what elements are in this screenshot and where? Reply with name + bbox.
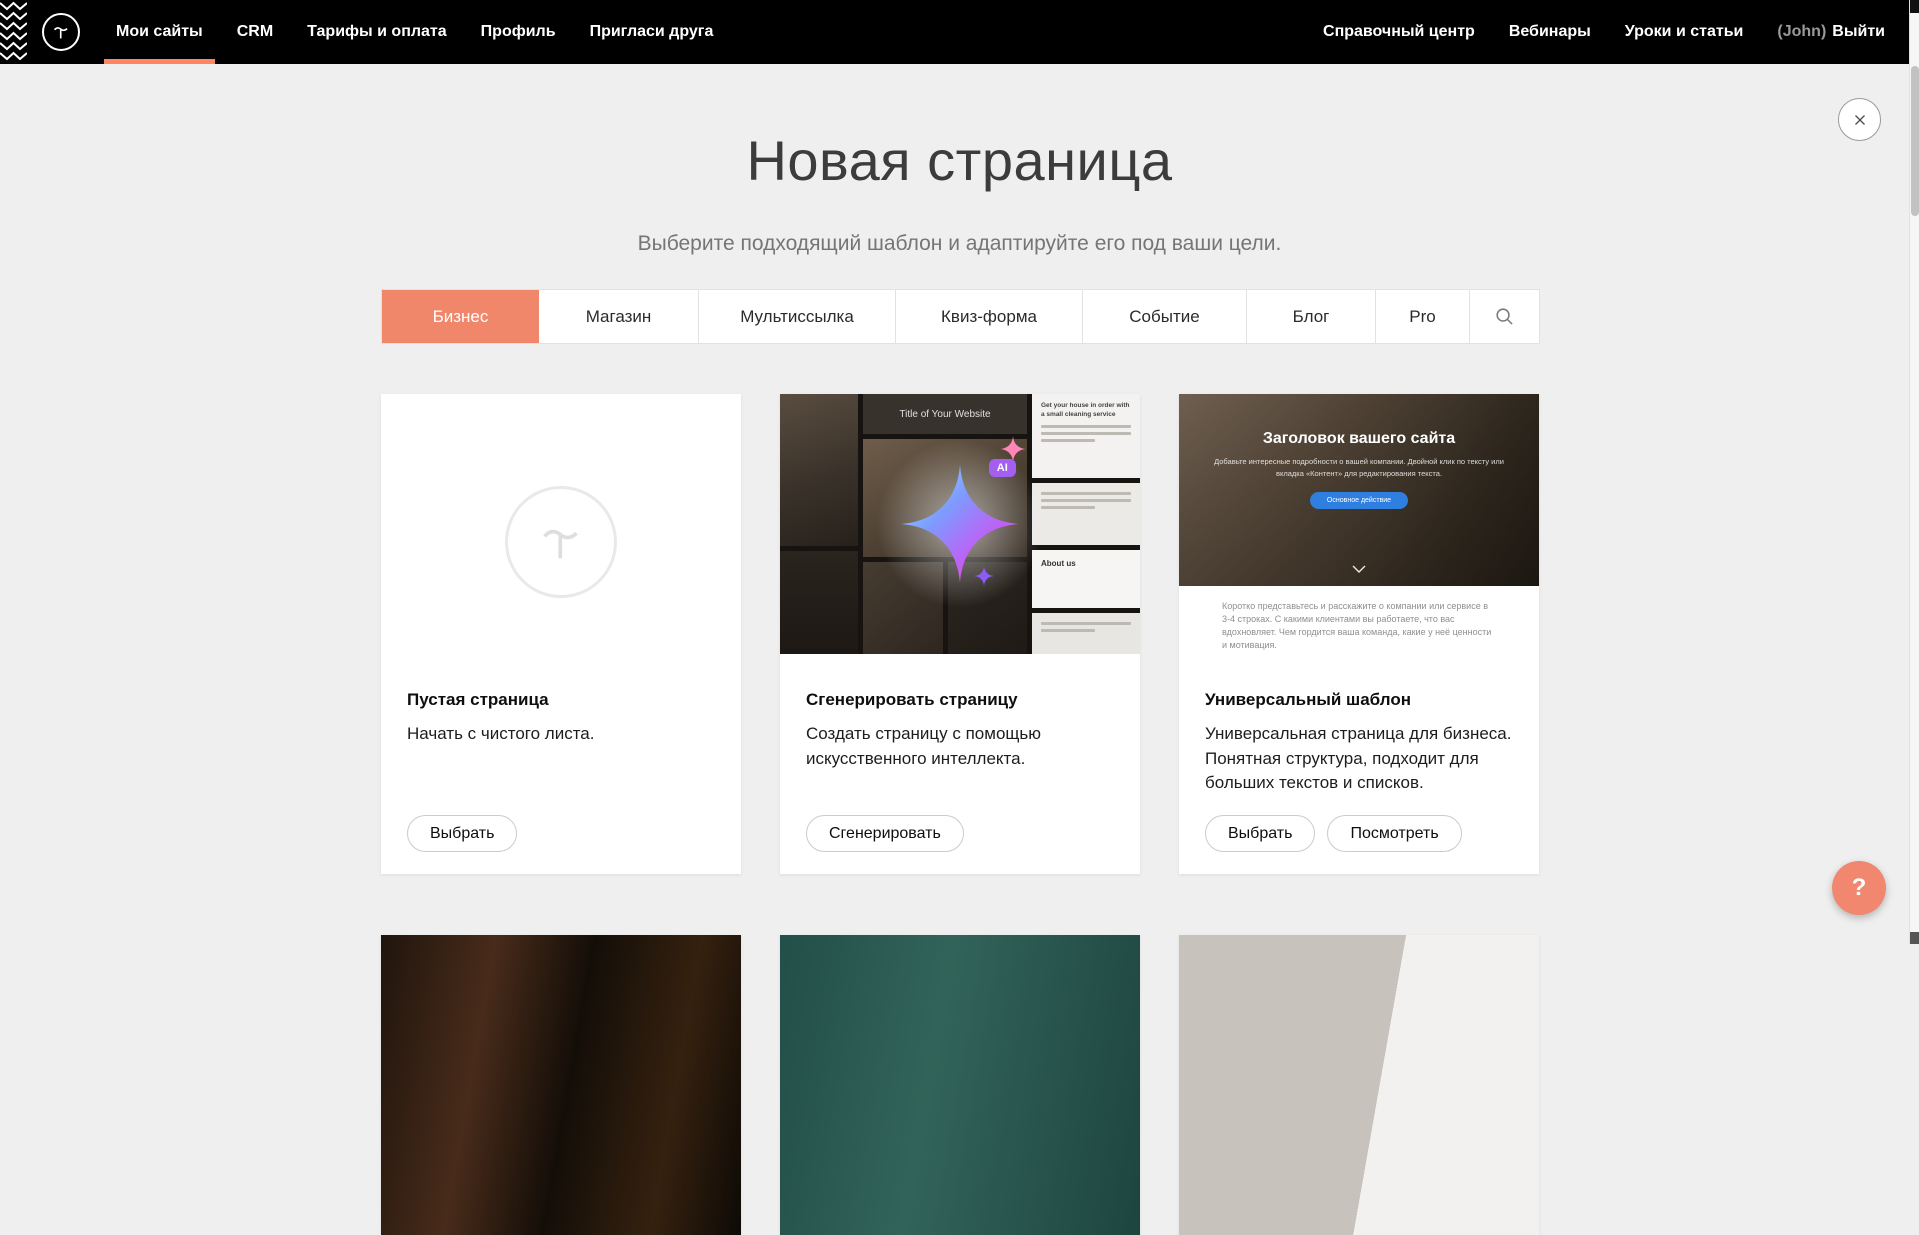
secondary-menu: Справочный центр Вебинары Уроки и статьи… [1323, 23, 1909, 41]
tab-business[interactable]: Бизнес [382, 290, 539, 343]
template-card-ai-generate: Title of Your Website Get your house in … [780, 394, 1140, 874]
tab-multilink[interactable]: Мультиссылка [699, 290, 896, 343]
card-actions: Сгенерировать [806, 815, 1114, 852]
user-name: (John) [1777, 23, 1826, 41]
template-cards-grid: Пустая страница Начать с чистого листа. … [381, 394, 1539, 1235]
view-button[interactable]: Посмотреть [1327, 815, 1461, 852]
card-title: Универсальный шаблон [1205, 690, 1513, 710]
template-category-tabs: Бизнес Магазин Мультиссылка Квиз-форма С… [381, 289, 1540, 344]
page-subtitle: Выберите подходящий шаблон и адаптируйте… [0, 232, 1919, 256]
ai-sparkle-icon [901, 465, 1019, 583]
template-preview-image [780, 935, 1140, 1235]
tab-quiz-form[interactable]: Квиз-форма [896, 290, 1083, 343]
scrollbar-thumb[interactable] [1911, 66, 1919, 216]
card-body: Пустая страница Начать с чистого листа. … [381, 690, 741, 874]
template-hero-preview: Заголовок вашего сайта Добавьте интересн… [1179, 394, 1539, 586]
template-preview-image [381, 935, 741, 1235]
search-icon [1495, 307, 1514, 326]
preview-hero-button: Основное действие [1310, 492, 1408, 509]
choose-button[interactable]: Выбрать [1205, 815, 1315, 852]
blank-preview [381, 394, 741, 690]
tab-shop[interactable]: Магазин [539, 290, 699, 343]
ai-sparkle-overlay: AI [780, 394, 1140, 654]
template-card-partial-3[interactable] [1179, 935, 1539, 1235]
nav-item-invite-friend[interactable]: Пригласи друга [590, 0, 714, 64]
template-body-preview: Коротко представьтесь и расскажите о ком… [1179, 586, 1539, 681]
template-card-partial-2[interactable] [780, 935, 1140, 1235]
ai-preview-collage: Title of Your Website Get your house in … [780, 394, 1140, 654]
ai-sparkle-small-icon [974, 566, 994, 586]
template-card-partial-1[interactable] [381, 935, 741, 1235]
help-button[interactable]: ? [1832, 861, 1886, 915]
ai-sparkle-small-icon [1000, 436, 1026, 462]
nav-item-help-center[interactable]: Справочный центр [1323, 23, 1475, 41]
template-preview-image [1179, 935, 1539, 1235]
nav-item-profile[interactable]: Профиль [481, 0, 556, 64]
scrollbar-top-cap [1910, 0, 1919, 13]
template-card-universal: Заголовок вашего сайта Добавьте интересн… [1179, 394, 1539, 874]
scrollbar-down-arrow[interactable] [1910, 932, 1919, 944]
card-title: Пустая страница [407, 690, 715, 710]
search-tab[interactable] [1470, 290, 1539, 343]
card-title: Сгенерировать страницу [806, 690, 1114, 710]
nav-item-lessons[interactable]: Уроки и статьи [1625, 23, 1744, 41]
nav-item-webinars[interactable]: Вебинары [1509, 23, 1591, 41]
generate-button[interactable]: Сгенерировать [806, 815, 964, 852]
user-logout[interactable]: (John) Выйти [1777, 23, 1885, 41]
page-title: Новая страница [0, 128, 1919, 193]
tab-blog[interactable]: Блог [1247, 290, 1376, 343]
chevron-down-icon [1352, 561, 1366, 579]
card-body: Сгенерировать страницу Создать страницу … [780, 654, 1140, 874]
preview-hero-subtitle: Добавьте интересные подробности о вашей … [1210, 456, 1508, 479]
ai-badge: AI [989, 459, 1016, 477]
card-actions: Выбрать [407, 815, 715, 852]
nav-item-crm[interactable]: CRM [237, 0, 273, 64]
tilda-watermark-icon [505, 486, 617, 598]
tilda-logo[interactable] [42, 13, 80, 51]
preview-hero-title: Заголовок вашего сайта [1263, 430, 1455, 448]
tab-pro[interactable]: Pro [1376, 290, 1470, 343]
zigzag-pattern-icon [0, 0, 27, 64]
card-body: Универсальный шаблон Универсальная стран… [1179, 681, 1539, 874]
card-description: Создать страницу с помощью искусственног… [806, 722, 1114, 771]
close-icon [1851, 111, 1869, 129]
nav-item-my-sites[interactable]: Мои сайты [116, 0, 203, 64]
tab-event[interactable]: Событие [1083, 290, 1247, 343]
preview-body-text: Коротко представьтесь и расскажите о ком… [1222, 600, 1496, 681]
close-button[interactable] [1838, 98, 1881, 141]
card-actions: Выбрать Посмотреть [1205, 815, 1513, 852]
top-navbar: Мои сайты CRM Тарифы и оплата Профиль Пр… [0, 0, 1909, 64]
card-description: Начать с чистого листа. [407, 722, 715, 747]
template-card-blank-page: Пустая страница Начать с чистого листа. … [381, 394, 741, 874]
card-description: Универсальная страница для бизнеса. Поня… [1205, 722, 1513, 796]
page-scrollbar[interactable] [1909, 0, 1919, 944]
choose-button[interactable]: Выбрать [407, 815, 517, 852]
main-menu: Мои сайты CRM Тарифы и оплата Профиль Пр… [116, 0, 713, 64]
nav-item-pricing[interactable]: Тарифы и оплата [307, 0, 447, 64]
logout-link[interactable]: Выйти [1832, 23, 1885, 41]
